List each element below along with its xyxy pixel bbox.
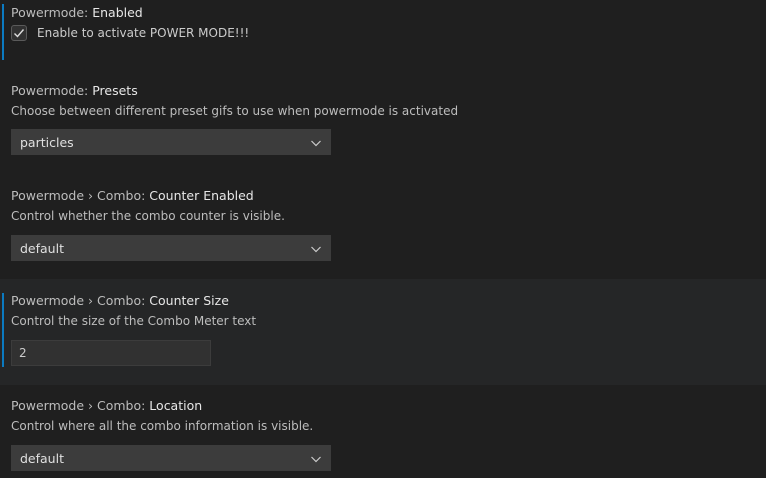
- location-dropdown[interactable]: default: [11, 445, 331, 471]
- setting-description: Control where all the combo information …: [11, 419, 314, 433]
- setting-title: Powermode › Combo: Counter Size: [11, 293, 229, 308]
- setting-title: Powermode › Combo: Location: [11, 398, 202, 413]
- presets-dropdown[interactable]: particles: [11, 129, 331, 155]
- counter-enabled-dropdown[interactable]: default: [11, 235, 331, 261]
- setting-category: Powermode › Combo:: [11, 293, 150, 308]
- setting-category: Powermode › Combo:: [11, 398, 150, 413]
- checkbox-row[interactable]: Enable to activate POWER MODE!!!: [11, 25, 249, 41]
- checkbox-label: Enable to activate POWER MODE!!!: [37, 26, 250, 40]
- setting-key: Location: [149, 398, 203, 413]
- setting-title: Powermode: Presets: [11, 83, 138, 98]
- setting-description: Control the size of the Combo Meter text: [11, 314, 257, 328]
- input-value: 2: [19, 346, 27, 360]
- setting-category: Powermode:: [11, 83, 93, 98]
- counter-size-input[interactable]: 2: [11, 340, 211, 366]
- setting-key: Enabled: [92, 5, 143, 20]
- setting-key: Counter Enabled: [149, 188, 254, 203]
- setting-combo-counter-enabled: Powermode › Combo: Counter Enabled Contr…: [0, 171, 766, 279]
- setting-category: Powermode:: [11, 5, 93, 20]
- modified-indicator: [2, 4, 4, 60]
- setting-combo-location: Powermode › Combo: Location Control wher…: [0, 385, 766, 478]
- setting-description: Choose between different preset gifs to …: [11, 104, 459, 118]
- setting-powermode-enabled: Powermode: Enabled Enable to activate PO…: [0, 0, 766, 66]
- dropdown-value: particles: [20, 134, 74, 150]
- enabled-checkbox[interactable]: [11, 25, 27, 41]
- setting-powermode-presets: Powermode: Presets Choose between differ…: [0, 66, 766, 171]
- setting-title: Powermode › Combo: Counter Enabled: [11, 188, 254, 203]
- chevron-down-icon: [311, 246, 321, 253]
- chevron-down-icon: [311, 140, 321, 147]
- setting-key: Presets: [92, 83, 138, 98]
- setting-title: Powermode: Enabled: [11, 5, 143, 20]
- setting-combo-counter-size: Powermode › Combo: Counter Size Control …: [0, 279, 766, 385]
- setting-key: Counter Size: [149, 293, 229, 308]
- chevron-down-icon: [311, 456, 321, 463]
- setting-category: Powermode › Combo:: [11, 188, 150, 203]
- check-icon: [14, 29, 25, 38]
- dropdown-value: default: [20, 240, 64, 256]
- dropdown-value: default: [20, 450, 64, 466]
- modified-indicator: [2, 293, 4, 367]
- setting-description: Control whether the combo counter is vis…: [11, 209, 285, 223]
